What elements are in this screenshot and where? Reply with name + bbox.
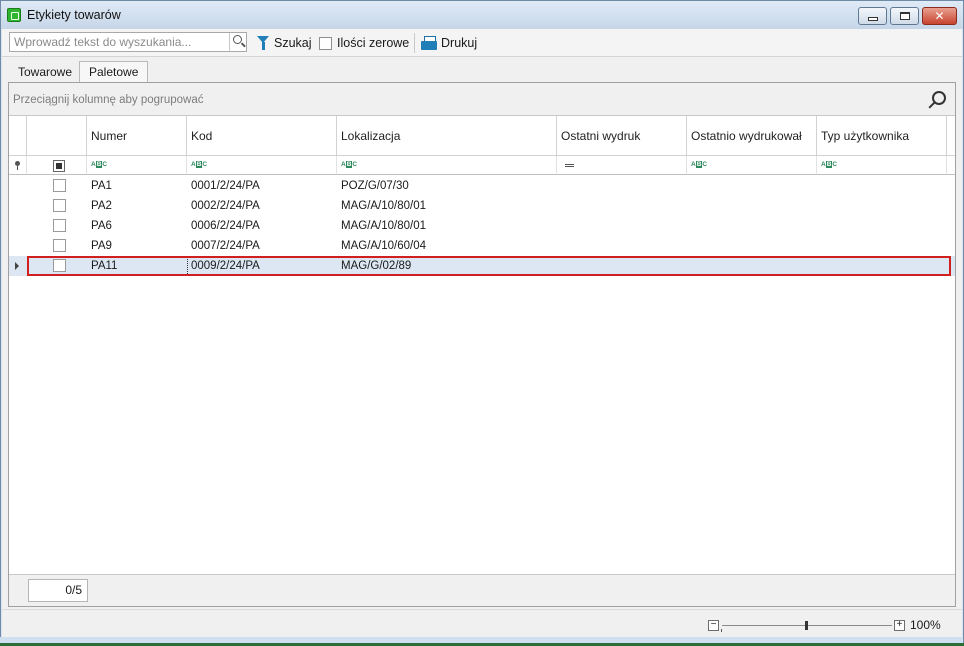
table-row[interactable]: PA2 0002/2/24/PA MAG/A/10/80/01 — [9, 196, 955, 216]
filter-cell-ostatni-wydruk[interactable] — [557, 156, 687, 175]
text-filter-icon: ABC — [341, 161, 358, 168]
cell-numer: PA11 — [91, 260, 118, 272]
filter-filler — [947, 156, 955, 175]
column-header-kod[interactable]: Kod — [187, 116, 337, 156]
select-all-cell[interactable] — [27, 156, 87, 175]
text-filter-icon: ABC — [691, 161, 708, 168]
select-all-checkbox[interactable] — [53, 160, 65, 172]
printer-icon — [421, 35, 437, 51]
minimize-icon — [868, 17, 878, 21]
row-checkbox[interactable] — [53, 239, 66, 252]
cell-lokalizacja: MAG/A/10/80/01 — [341, 220, 427, 232]
row-checkbox[interactable] — [53, 179, 66, 192]
selection-count: 0/5 — [28, 579, 88, 602]
grid-search-icon[interactable] — [932, 91, 946, 105]
minimize-button[interactable] — [858, 7, 887, 25]
cell-lokalizacja: MAG/A/10/60/04 — [341, 240, 427, 252]
status-bar: − + 100% — [2, 609, 962, 638]
print-button-label: Drukuj — [441, 36, 478, 50]
cell-lokalizacja: MAG/G/02/89 — [341, 260, 412, 272]
cell-kod: 0001/2/24/PA — [191, 180, 260, 192]
cell-kod: 0007/2/24/PA — [191, 240, 260, 252]
group-panel[interactable]: Przeciągnij kolumnę aby pogrupować — [9, 83, 955, 116]
maximize-button[interactable] — [890, 7, 919, 25]
column-header-ostatnio-wydrukowal[interactable]: Ostatnio wydrukował — [687, 116, 817, 156]
cell-numer: PA9 — [91, 240, 112, 252]
cell-numer: PA6 — [91, 220, 112, 232]
pin-icon — [15, 161, 20, 170]
tab-towarowe[interactable]: Towarowe — [8, 61, 82, 82]
text-filter-icon: ABC — [191, 161, 208, 168]
row-checkbox[interactable] — [53, 199, 66, 212]
selection-highlight — [27, 256, 951, 276]
filter-cell-ostatnio-wydrukowal[interactable]: ABC — [687, 156, 817, 175]
maximize-icon — [900, 12, 910, 20]
zoom-slider-thumb[interactable] — [805, 621, 808, 630]
text-filter-icon: ABC — [821, 161, 838, 168]
zoom-center-tick — [721, 629, 722, 632]
search-box — [9, 32, 247, 52]
filter-icon — [257, 35, 270, 51]
close-button[interactable]: ✕ — [922, 7, 957, 25]
zero-quantities-label: Ilości zerowe — [337, 36, 410, 50]
filter-cell-typ-uzytkownika[interactable]: ABC — [817, 156, 947, 175]
table-row[interactable]: PA1 0001/2/24/PA POZ/G/07/30 — [9, 176, 955, 196]
data-grid: Przeciągnij kolumnę aby pogrupować Numer… — [8, 82, 956, 607]
search-button[interactable]: Szukaj — [257, 33, 312, 53]
column-header-ostatni-wydruk[interactable]: Ostatni wydruk — [557, 116, 687, 156]
search-button-label: Szukaj — [274, 36, 312, 50]
zoom-level: 100% — [910, 618, 941, 632]
search-input-button[interactable] — [229, 33, 246, 51]
basket-icon — [7, 8, 21, 22]
row-checkbox[interactable] — [53, 219, 66, 232]
cell-kod: 0002/2/24/PA — [191, 200, 260, 212]
cell-numer: PA2 — [91, 200, 112, 212]
client-area: Szukaj Ilości zerowe Drukuj Towarowe Pal… — [2, 29, 962, 638]
cell-kod: 0006/2/24/PA — [191, 220, 260, 232]
zoom-in-button[interactable]: + — [894, 620, 905, 631]
column-header-typ-uzytkownika[interactable]: Typ użytkownika — [817, 116, 947, 156]
row-indicator-header — [9, 116, 27, 156]
cell-numer: PA1 — [91, 180, 112, 192]
zoom-out-button[interactable]: − — [708, 620, 719, 631]
table-row-selected[interactable]: PA11 0009/2/24/PA MAG/G/02/89 — [9, 256, 955, 276]
zero-quantities-toggle[interactable]: Ilości zerowe — [319, 33, 409, 53]
app-window: Etykiety towarów ✕ Szukaj Ilości zerowe — [0, 0, 964, 646]
filter-cell-kod[interactable]: ABC — [187, 156, 337, 175]
toolbar: Szukaj Ilości zerowe Drukuj — [2, 29, 962, 57]
row-checkbox[interactable] — [53, 259, 66, 272]
print-button[interactable]: Drukuj — [421, 33, 477, 53]
title-bar[interactable]: Etykiety towarów ✕ — [1, 1, 963, 29]
column-header-lokalizacja[interactable]: Lokalizacja — [337, 116, 557, 156]
checkbox-column-header[interactable] — [27, 116, 87, 156]
tab-strip: Towarowe Paletowe — [2, 57, 962, 83]
table-row[interactable]: PA6 0006/2/24/PA MAG/A/10/80/01 — [9, 216, 955, 236]
zero-quantities-checkbox[interactable] — [319, 36, 332, 50]
equals-filter-icon — [565, 164, 574, 167]
cell-kod: 0009/2/24/PA — [191, 260, 260, 272]
filter-cell-numer[interactable]: ABC — [87, 156, 187, 175]
column-header-numer[interactable]: Numer — [87, 116, 187, 156]
toolbar-separator — [414, 33, 415, 53]
close-icon: ✕ — [934, 9, 945, 23]
cell-lokalizacja: POZ/G/07/30 — [341, 180, 409, 192]
search-icon — [233, 35, 242, 44]
filter-row-indicator — [9, 156, 27, 175]
header-filler — [947, 116, 955, 156]
group-hint: Przeciągnij kolumnę aby pogrupować — [13, 94, 204, 106]
tab-paletowe[interactable]: Paletowe — [79, 61, 149, 83]
current-row-arrow-icon — [15, 262, 19, 270]
search-input[interactable] — [10, 33, 230, 51]
table-row[interactable]: PA9 0007/2/24/PA MAG/A/10/60/04 — [9, 236, 955, 256]
window-title: Etykiety towarów — [27, 8, 121, 22]
text-filter-icon: ABC — [91, 161, 108, 168]
filter-cell-lokalizacja[interactable]: ABC — [337, 156, 557, 175]
grid-footer: 0/5 — [9, 574, 955, 606]
cell-lokalizacja: MAG/A/10/80/01 — [341, 200, 427, 212]
